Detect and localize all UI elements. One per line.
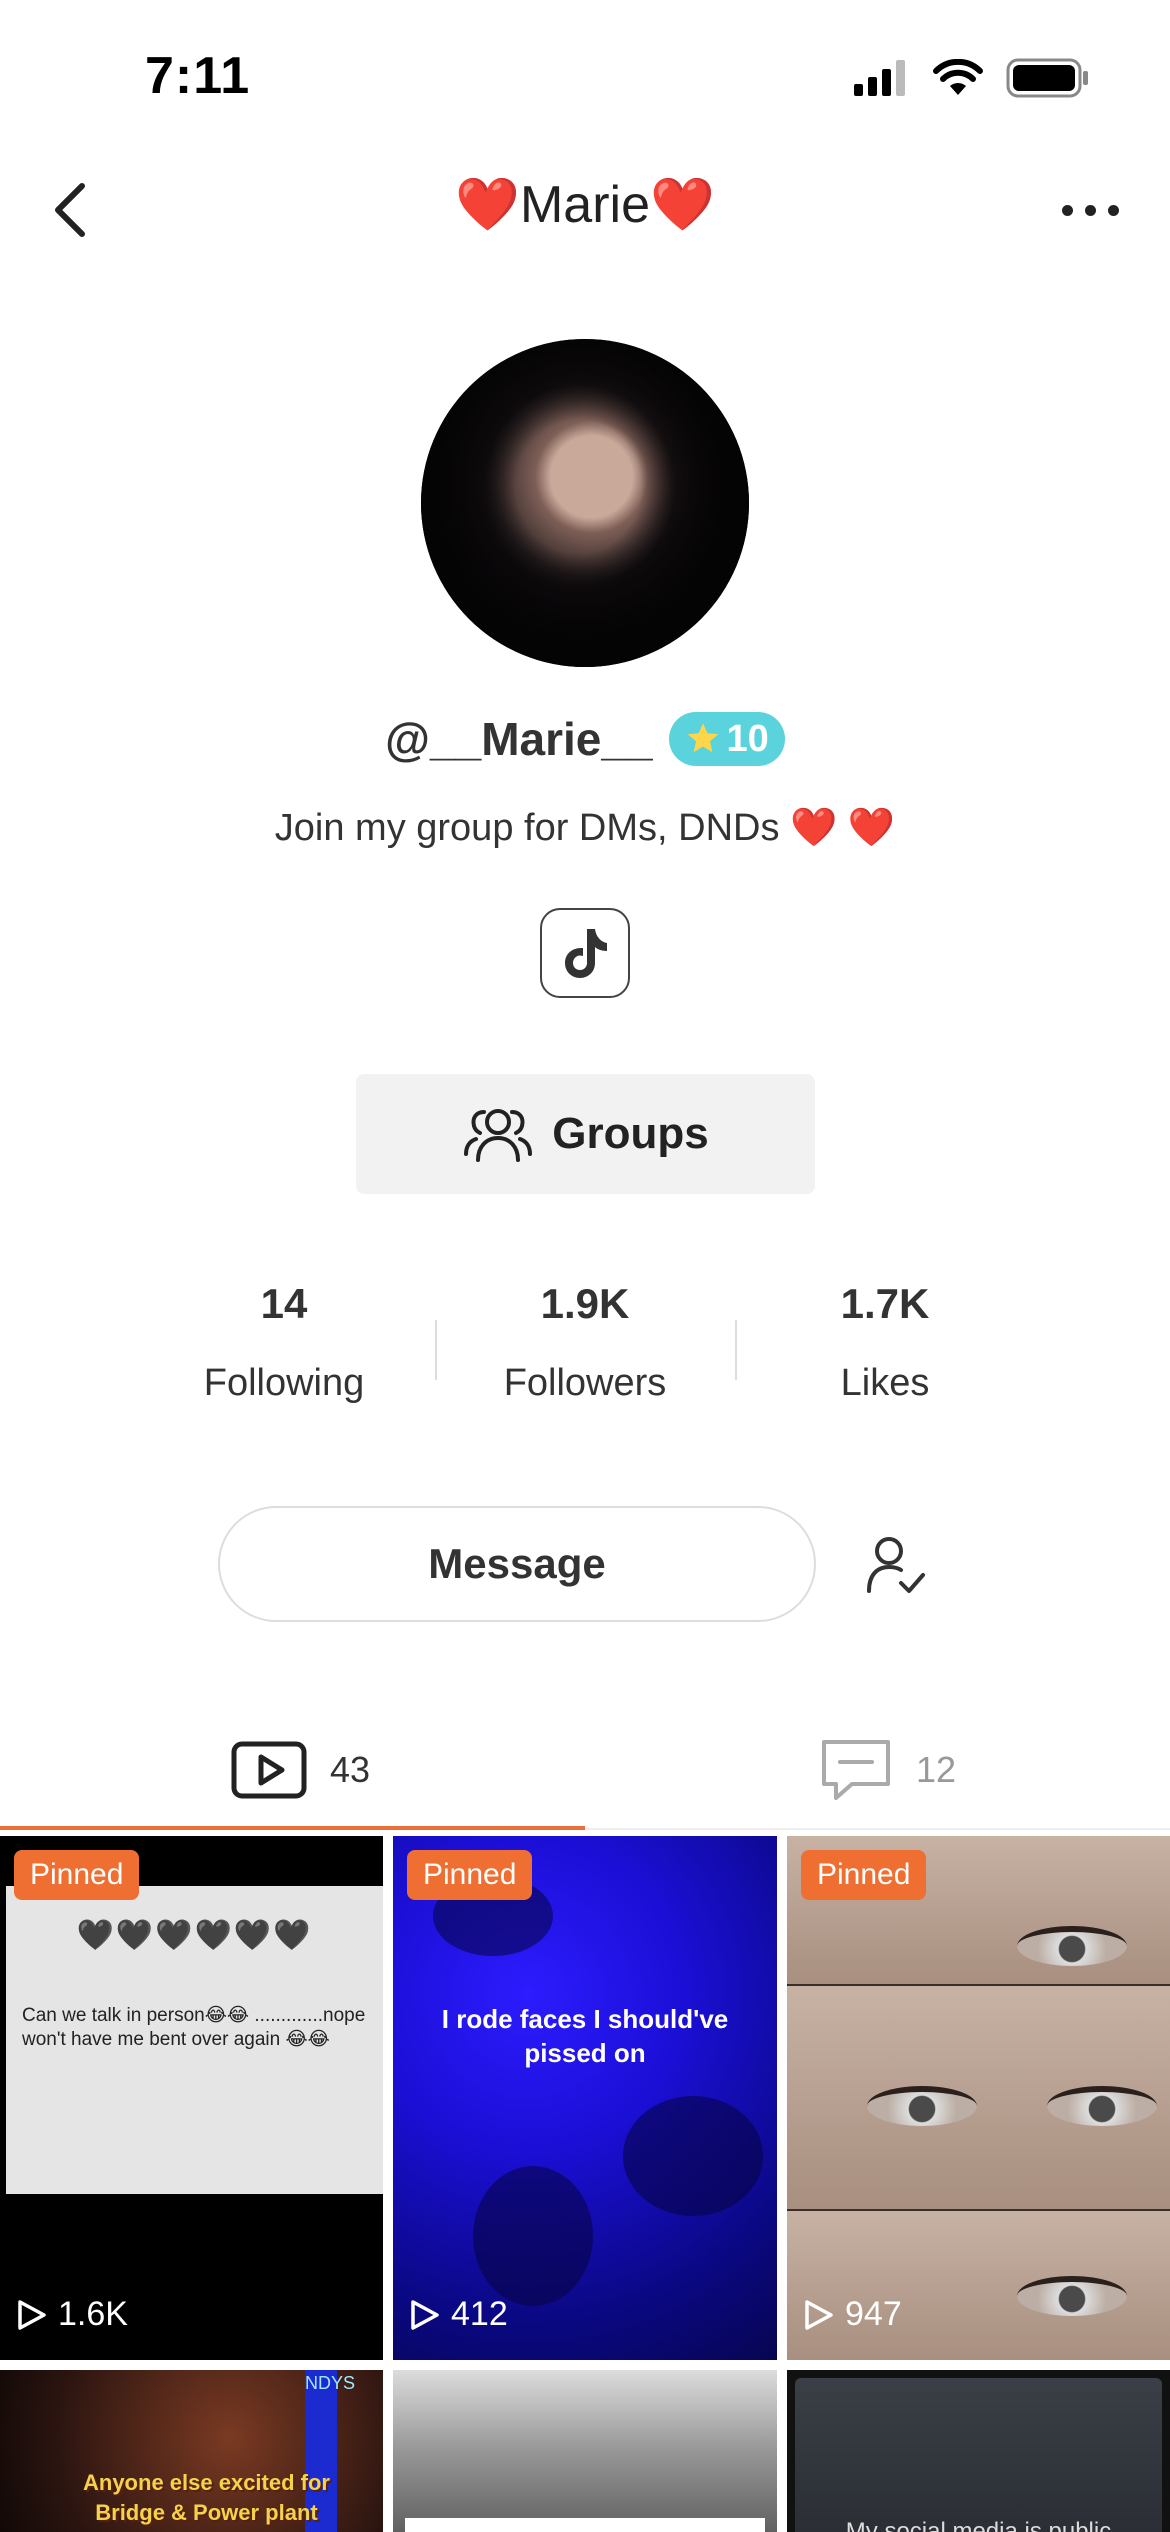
status-bar: 7:11 (0, 0, 1170, 150)
stat-label: Following (203, 1362, 365, 1404)
content-tabs: 43 12 (0, 1716, 1170, 1834)
tiktok-link-button[interactable] (540, 908, 630, 998)
thumbnail-caption: Anyone else excited for Bridge & Power p… (83, 2470, 330, 2525)
view-count-value: 412 (451, 2295, 508, 2333)
message-button[interactable]: Message (218, 1506, 816, 1622)
stat-value: 1.7K (840, 1280, 930, 1327)
status-time: 7:11 (145, 47, 251, 105)
thumbnail-image: 🖤🖤🖤🖤🖤🖤 Can we talk in person😂😂 .........… (6, 1886, 383, 2194)
thumbnail-caption: I rode faces I should've pissed on (441, 2004, 729, 2068)
eye-image (1017, 1926, 1127, 1966)
battery-icon (1006, 58, 1088, 98)
play-outline-icon (18, 2299, 46, 2330)
tab-posts[interactable]: 12 (818, 1716, 956, 1824)
pinned-badge: Pinned (407, 1850, 533, 1900)
more-dot-icon (1107, 204, 1119, 216)
stat-value: 1.9K (540, 1280, 630, 1327)
groups-icon (464, 1109, 533, 1162)
eye-image (1017, 2276, 1127, 2316)
cellular-signal-icon (854, 60, 905, 96)
star-icon (687, 723, 718, 753)
view-count: 947 (801, 2295, 902, 2334)
following-toggle-button[interactable] (855, 1525, 935, 1605)
thumbnail-caption: My social media is public (845, 2518, 1112, 2532)
avatar[interactable] (421, 339, 749, 667)
avatar-photo (421, 339, 749, 667)
wifi-icon (933, 59, 983, 95)
thumbnail-image (473, 2166, 593, 2306)
more-dot-icon (1061, 204, 1073, 216)
comment-icon (822, 1740, 890, 1800)
handle-row: @__Marie__ 10 (0, 712, 1170, 766)
stat-followers[interactable]: 1.9K Followers (435, 1280, 735, 1405)
videos-count: 43 (330, 1749, 371, 1790)
thumbnail-hearts: 🖤🖤🖤🖤🖤🖤 (76, 1919, 313, 1952)
video-grid: 🖤🖤🖤🖤🖤🖤 Can we talk in person😂😂 .........… (0, 1836, 1170, 2532)
video-thumbnail[interactable]: 🖤🖤🖤🖤🖤🖤 Can we talk in person😂😂 .........… (0, 1836, 383, 2360)
video-thumbnail[interactable]: Pinned 947 (787, 1836, 1170, 2360)
play-outline-icon (805, 2299, 833, 2330)
video-thumbnail[interactable]: I rode faces I should've pissed on Pinne… (393, 1836, 777, 2360)
active-tab-indicator (0, 1826, 585, 1830)
page-title: ❤️Marie❤️ (455, 176, 715, 234)
level-badge[interactable]: 10 (668, 712, 785, 766)
stat-following[interactable]: 14 Following (134, 1280, 434, 1405)
user-check-icon (867, 1537, 925, 1593)
stat-label: Followers (503, 1362, 667, 1404)
pinned-badge: Pinned (14, 1850, 140, 1900)
pinned-badge: Pinned (801, 1850, 927, 1900)
bio: Join my group for DMs, DNDs ❤️ ❤️ (274, 807, 896, 849)
username: @__Marie__ (385, 713, 653, 765)
more-dot-icon (1084, 204, 1096, 216)
thumbnail-caption: Can we talk in person😂😂 .............nop… (22, 2005, 366, 2050)
video-thumbnail[interactable] (393, 2370, 777, 2532)
view-count: 412 (407, 2295, 508, 2334)
level-value: 10 (726, 717, 769, 760)
video-thumbnail[interactable]: NDYS Anyone else excited for Bridge & Po… (0, 2370, 383, 2532)
posts-count: 12 (916, 1749, 957, 1790)
play-square-icon (231, 1741, 307, 1799)
groups-label: Groups (552, 1109, 709, 1158)
eye-image (867, 2086, 977, 2126)
thumbnail-caption-bar (405, 2518, 765, 2532)
view-count-value: 1.6K (58, 2295, 128, 2333)
groups-button[interactable]: Groups (356, 1074, 815, 1194)
stat-likes[interactable]: 1.7K Likes (735, 1280, 1035, 1405)
view-count: 1.6K (14, 2295, 128, 2334)
stats-row: 14 Following 1.9K Followers 1.7K Likes (0, 1280, 1170, 1430)
eye-image (1047, 2086, 1157, 2126)
thumbnail-image (795, 2378, 1162, 2532)
tiktok-icon (565, 929, 607, 978)
stat-value: 14 (260, 1280, 308, 1327)
video-thumbnail[interactable]: My social media is public (787, 2370, 1170, 2532)
thumbnail-image (623, 2096, 763, 2216)
more-options-button[interactable] (1050, 180, 1130, 240)
stat-label: Likes (840, 1362, 930, 1404)
status-icons (854, 58, 1090, 98)
tab-videos[interactable]: 43 (230, 1716, 370, 1824)
view-count-value: 947 (845, 2295, 902, 2333)
play-outline-icon (411, 2299, 439, 2330)
top-nav: ❤️Marie❤️ (0, 160, 1170, 250)
